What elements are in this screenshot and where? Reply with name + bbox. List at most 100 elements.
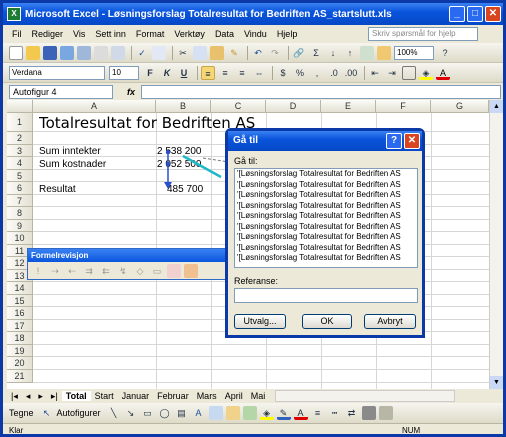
new-comment-icon[interactable]: ▭ <box>150 264 164 278</box>
remove-precedent-arrows-icon[interactable]: ⇠ <box>65 264 79 278</box>
trace-error-icon[interactable]: ◇ <box>133 264 147 278</box>
hyperlink-icon[interactable]: 🔗 <box>292 46 306 60</box>
oval-icon[interactable]: ◯ <box>158 406 172 420</box>
decrease-decimal-icon[interactable]: .00 <box>344 66 358 80</box>
goto-list-item[interactable]: '[Løsningsforslag Totalresultat for Bedr… <box>235 201 417 212</box>
menu-hjelp[interactable]: Hjelp <box>272 29 303 39</box>
zoom-select[interactable]: 100% <box>394 45 434 60</box>
special-button[interactable]: Utvalg... <box>234 314 286 329</box>
email-icon[interactable] <box>77 45 91 60</box>
sort-descending-icon[interactable]: ↑ <box>343 46 357 60</box>
goto-list-item[interactable]: '[Løsningsforslag Totalresultat for Bedr… <box>235 190 417 201</box>
dialog-help-button[interactable]: ? <box>386 133 402 149</box>
sheet-tab-mars[interactable]: Mars <box>193 391 221 401</box>
goto-list-item[interactable]: '[Løsningsforslag Totalresultat for Bedr… <box>235 243 417 254</box>
increase-decimal-icon[interactable]: .0 <box>327 66 341 80</box>
help-search-input[interactable]: Skriv spørsmål for hjelp <box>368 27 478 41</box>
help-icon[interactable]: ? <box>438 46 452 60</box>
close-button[interactable]: ✕ <box>485 6 501 22</box>
sort-ascending-icon[interactable]: ↓ <box>326 46 340 60</box>
tab-scroll-prev-icon[interactable]: ◂ <box>22 391 35 402</box>
menu-data[interactable]: Data <box>210 29 239 39</box>
menu-rediger[interactable]: Rediger <box>27 29 69 39</box>
diagram-icon[interactable] <box>208 406 223 420</box>
rectangle-icon[interactable]: ▭ <box>141 406 155 420</box>
sheet-tab-mai[interactable]: Mai <box>247 391 270 401</box>
font-color-icon[interactable]: A <box>436 66 450 80</box>
tab-scroll-last-icon[interactable]: ▸| <box>47 391 62 402</box>
decrease-indent-icon[interactable]: ⇤ <box>368 66 382 80</box>
comma-style-icon[interactable]: , <box>310 66 324 80</box>
fill-bucket-icon[interactable]: ◈ <box>259 406 274 420</box>
trace-precedents-icon[interactable]: ⇢ <box>48 264 62 278</box>
goto-list-item[interactable]: '[Løsningsforslag Totalresultat for Bedr… <box>235 232 417 243</box>
chart-wizard-icon[interactable] <box>360 45 374 60</box>
undo-icon[interactable]: ↶ <box>251 46 265 60</box>
select-objects-icon[interactable]: ↖ <box>40 406 54 420</box>
font-color-draw-icon[interactable]: A <box>293 406 308 420</box>
goto-list-item[interactable]: '[Løsningsforslag Totalresultat for Bedr… <box>235 211 417 222</box>
horizontal-scrollbar[interactable] <box>275 390 456 402</box>
sheet-tab-februar[interactable]: Februar <box>153 391 193 401</box>
reference-input[interactable] <box>234 288 418 303</box>
italic-button[interactable]: K <box>160 66 174 80</box>
copy-icon[interactable] <box>193 45 207 60</box>
spelling-icon[interactable]: ✓ <box>135 46 149 60</box>
menu-format[interactable]: Format <box>131 29 170 39</box>
ok-button[interactable]: OK <box>302 314 352 329</box>
line-style-icon[interactable]: ≡ <box>311 406 325 420</box>
goto-list-item[interactable]: '[Løsningsforslag Totalresultat for Bedr… <box>235 253 417 264</box>
autoshapes-menu[interactable]: Autofigurer <box>57 408 101 418</box>
bold-button[interactable]: F <box>143 66 157 80</box>
percent-icon[interactable]: % <box>293 66 307 80</box>
minimize-button[interactable]: _ <box>449 6 465 22</box>
cancel-button[interactable]: Avbryt <box>364 314 416 329</box>
remove-all-arrows-icon[interactable]: ↯ <box>116 264 130 278</box>
trace-dependents-icon[interactable]: ⇉ <box>82 264 96 278</box>
align-center-icon[interactable]: ≡ <box>218 66 232 80</box>
clipart-icon[interactable] <box>225 406 240 420</box>
font-size-select[interactable]: 10 <box>109 65 139 80</box>
textbox-icon[interactable]: ▤ <box>175 406 189 420</box>
circle-invalid-icon[interactable] <box>167 263 181 278</box>
line-color-icon[interactable]: ✎ <box>276 406 291 420</box>
paste-icon[interactable] <box>210 45 224 60</box>
redo-icon[interactable]: ↷ <box>268 46 282 60</box>
autosum-icon[interactable]: Σ <box>309 46 323 60</box>
dialog-close-button[interactable]: ✕ <box>404 133 420 149</box>
wordart-icon[interactable]: A <box>192 406 206 420</box>
format-painter-icon[interactable]: ✎ <box>227 46 241 60</box>
save-icon[interactable] <box>43 45 57 60</box>
arrow-style-icon[interactable]: ⇄ <box>345 406 359 420</box>
currency-icon[interactable]: $ <box>276 66 290 80</box>
watch-window-icon[interactable] <box>184 263 198 278</box>
merge-center-icon[interactable]: ⇔ <box>252 66 266 80</box>
excel-app-icon[interactable]: X <box>7 7 21 21</box>
arrow-icon[interactable]: ↘ <box>124 406 138 420</box>
menu-verktoy[interactable]: Verktøy <box>169 29 210 39</box>
3d-icon[interactable] <box>378 406 393 420</box>
research-icon[interactable] <box>152 45 166 60</box>
align-right-icon[interactable]: ≡ <box>235 66 249 80</box>
formelrevisjon-title[interactable]: Formelrevisjon <box>28 249 231 262</box>
underline-button[interactable]: U <box>177 66 191 80</box>
open-icon[interactable] <box>26 45 40 60</box>
name-box[interactable]: Autofigur 4 <box>9 84 113 99</box>
tab-scroll-first-icon[interactable]: |◂ <box>7 391 22 402</box>
sheet-tab-start[interactable]: Start <box>91 391 118 401</box>
align-left-icon[interactable]: ≡ <box>201 65 215 80</box>
increase-indent-icon[interactable]: ⇥ <box>385 66 399 80</box>
remove-dependent-arrows-icon[interactable]: ⇇ <box>99 264 113 278</box>
sheet-tab-januar[interactable]: Januar <box>118 391 154 401</box>
goto-list-item[interactable]: '[Løsningsforslag Totalresultat for Bedr… <box>235 180 417 191</box>
cut-icon[interactable]: ✂ <box>176 46 190 60</box>
picture-icon[interactable] <box>242 406 257 420</box>
scroll-down-icon[interactable]: ▼ <box>490 376 503 389</box>
vertical-scrollbar[interactable]: ▲ ▼ <box>489 100 503 389</box>
line-icon[interactable]: ╲ <box>107 406 121 420</box>
sheet-tab-april[interactable]: April <box>221 391 247 401</box>
font-select[interactable]: Verdana <box>9 65 105 80</box>
goto-dialog-titlebar[interactable]: Gå til ? ✕ <box>228 131 422 151</box>
menu-vis[interactable]: Vis <box>68 29 90 39</box>
borders-icon[interactable] <box>402 65 416 80</box>
